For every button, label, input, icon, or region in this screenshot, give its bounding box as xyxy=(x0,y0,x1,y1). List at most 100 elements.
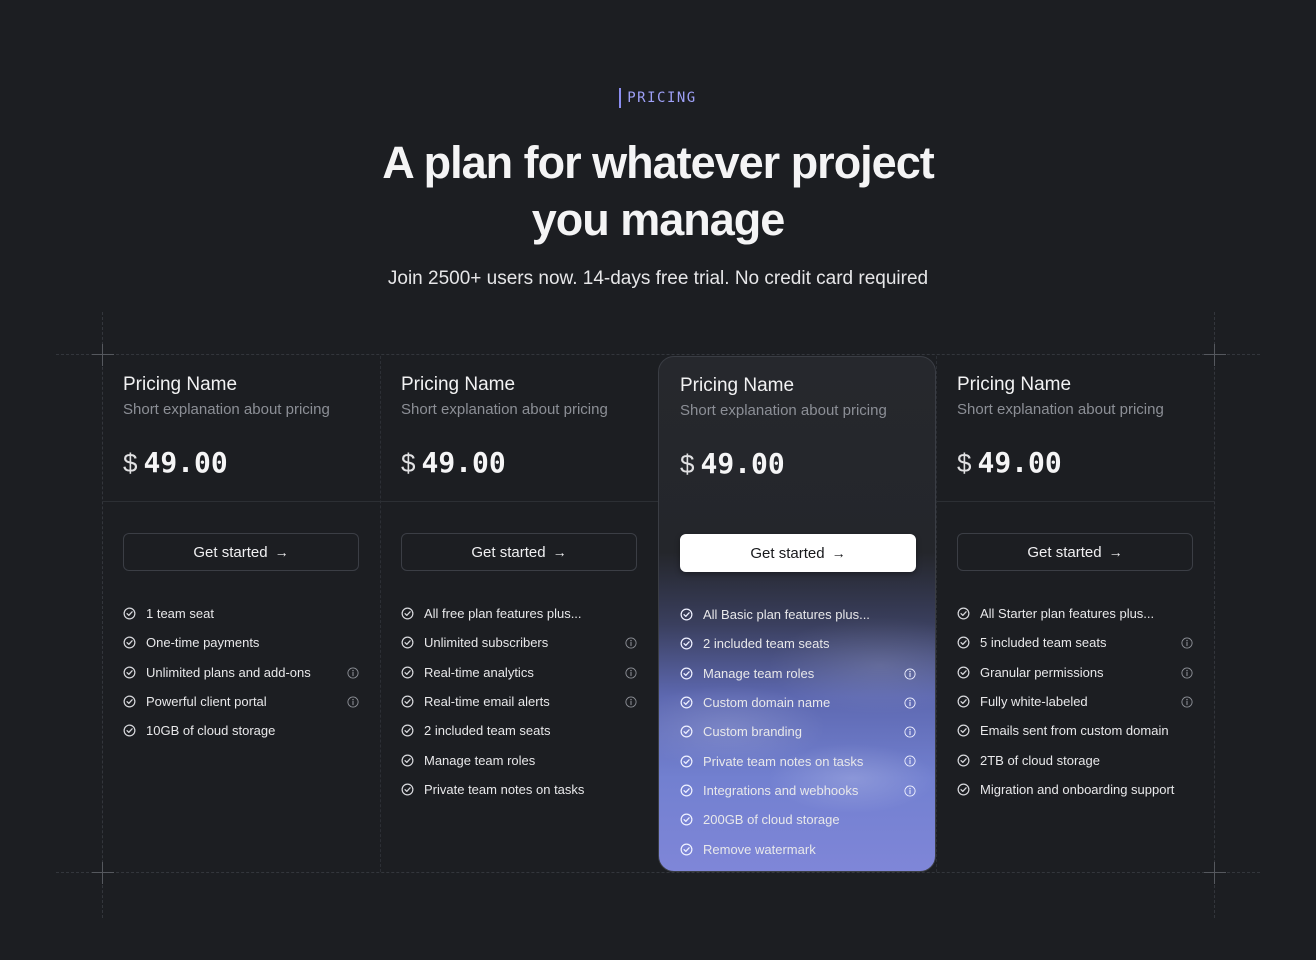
feature-text: All free plan features plus... xyxy=(424,606,582,622)
check-circle-icon xyxy=(401,783,414,796)
page-title: A plan for whatever project you manage xyxy=(0,134,1316,248)
feature-text: 200GB of cloud storage xyxy=(703,812,840,828)
feature-item: 5 included team seats xyxy=(957,628,1193,657)
check-circle-icon xyxy=(957,607,970,620)
check-circle-icon xyxy=(957,666,970,679)
guide-line-top xyxy=(56,354,1260,355)
feature-item: Migration and onboarding support xyxy=(957,775,1193,804)
feature-text: 5 included team seats xyxy=(980,635,1107,651)
get-started-button[interactable]: Get started → xyxy=(957,533,1193,571)
price-amount: 49.00 xyxy=(143,446,228,479)
check-circle-icon xyxy=(957,754,970,767)
get-started-button[interactable]: Get started → xyxy=(680,534,916,572)
feature-text: Private team notes on tasks xyxy=(703,753,864,769)
pricing-card-featured: Pricing Name Short explanation about pri… xyxy=(658,356,936,872)
feature-item: 2TB of cloud storage xyxy=(957,745,1193,774)
check-circle-icon xyxy=(680,608,693,621)
check-circle-icon xyxy=(680,667,693,680)
info-icon[interactable] xyxy=(1181,667,1193,679)
get-started-label: Get started xyxy=(1027,543,1102,561)
feature-item: All Basic plan features plus... xyxy=(680,600,916,629)
info-icon[interactable] xyxy=(347,696,359,708)
feature-item: Real-time email alerts xyxy=(401,687,637,716)
info-icon[interactable] xyxy=(904,785,916,797)
get-started-label: Get started xyxy=(471,543,546,561)
feature-text: Unlimited subscribers xyxy=(424,635,549,651)
pricing-card: Pricing Name Short explanation about pri… xyxy=(380,356,658,872)
get-started-button[interactable]: Get started → xyxy=(401,533,637,571)
plan-name: Pricing Name xyxy=(123,374,238,395)
feature-item: All Starter plan features plus... xyxy=(957,599,1193,628)
check-circle-icon xyxy=(957,695,970,708)
info-icon[interactable] xyxy=(347,667,359,679)
section-eyebrow: PRICING xyxy=(0,88,1316,108)
price-amount: 49.00 xyxy=(700,447,785,480)
feature-text: Real-time analytics xyxy=(424,664,534,680)
feature-list: 1 team seat One-time payments Unlimited … xyxy=(123,599,359,745)
feature-text: Integrations and webhooks xyxy=(703,782,859,798)
feature-text: Manage team roles xyxy=(424,752,536,768)
feature-item: 1 team seat xyxy=(123,599,359,628)
check-circle-icon xyxy=(123,695,136,708)
feature-text: Private team notes on tasks xyxy=(424,781,585,797)
info-icon[interactable] xyxy=(904,697,916,709)
plan-name: Pricing Name xyxy=(957,374,1072,395)
plan-description: Short explanation about pricing xyxy=(957,401,1164,418)
feature-item: Private team notes on tasks xyxy=(401,775,637,804)
check-circle-icon xyxy=(401,754,414,767)
feature-item: Manage team roles xyxy=(401,745,637,774)
check-circle-icon xyxy=(680,784,693,797)
feature-text: 2 included team seats xyxy=(424,723,551,739)
check-circle-icon xyxy=(680,696,693,709)
feature-item: Custom domain name xyxy=(680,688,916,717)
price-amount: 49.00 xyxy=(977,446,1062,479)
price-currency: $ xyxy=(123,448,138,478)
get-started-button[interactable]: Get started → xyxy=(123,533,359,571)
info-icon[interactable] xyxy=(625,667,637,679)
arrow-right-icon: → xyxy=(552,544,567,560)
check-circle-icon xyxy=(680,755,693,768)
plan-price: $49.00 xyxy=(680,447,785,480)
feature-item: Remove watermark xyxy=(680,834,916,863)
get-started-label: Get started xyxy=(750,544,825,562)
check-circle-icon xyxy=(401,695,414,708)
info-icon[interactable] xyxy=(904,755,916,768)
feature-text: 2 included team seats xyxy=(703,636,830,652)
check-circle-icon xyxy=(957,783,970,796)
info-icon[interactable] xyxy=(1181,637,1193,649)
info-icon[interactable] xyxy=(625,637,637,649)
feature-item: Integrations and webhooks xyxy=(680,776,916,805)
feature-item: One-time payments xyxy=(123,628,359,657)
feature-item: Unlimited plans and add-ons xyxy=(123,658,359,687)
feature-list: All free plan features plus... Unlimited… xyxy=(401,599,637,804)
info-icon[interactable] xyxy=(904,726,916,738)
info-icon[interactable] xyxy=(625,696,637,708)
feature-item: Powerful client portal xyxy=(123,687,359,716)
feature-text: Real-time email alerts xyxy=(424,694,550,710)
pricing-page: PRICING A plan for whatever project you … xyxy=(0,0,1316,960)
feature-list: All Starter plan features plus... 5 incl… xyxy=(957,599,1193,804)
price-currency: $ xyxy=(680,449,695,479)
page-title-line-2: you manage xyxy=(531,194,786,245)
feature-text: 10GB of cloud storage xyxy=(146,723,276,739)
feature-text: Powerful client portal xyxy=(146,694,267,710)
feature-text: Fully white-labeled xyxy=(980,694,1088,710)
info-icon[interactable] xyxy=(904,668,916,680)
feature-item: Real-time analytics xyxy=(401,658,637,687)
feature-item: Emails sent from custom domain xyxy=(957,716,1193,745)
feature-item: 200GB of cloud storage xyxy=(680,805,916,834)
feature-item: Private team notes on tasks xyxy=(680,746,916,775)
check-circle-icon xyxy=(680,637,693,650)
feature-item: All free plan features plus... xyxy=(401,599,637,628)
pricing-card: Pricing Name Short explanation about pri… xyxy=(102,356,380,872)
price-currency: $ xyxy=(957,448,972,478)
page-subtitle: Join 2500+ users now. 14-days free trial… xyxy=(387,268,929,289)
check-circle-icon xyxy=(401,636,414,649)
info-icon[interactable] xyxy=(1181,696,1193,708)
feature-text: Unlimited plans and add-ons xyxy=(146,664,311,680)
feature-list: All Basic plan features plus... 2 includ… xyxy=(680,600,916,864)
feature-item: Custom branding xyxy=(680,717,916,746)
feature-text: Emails sent from custom domain xyxy=(980,723,1169,739)
plan-price: $49.00 xyxy=(401,446,506,479)
check-circle-icon xyxy=(957,724,970,737)
